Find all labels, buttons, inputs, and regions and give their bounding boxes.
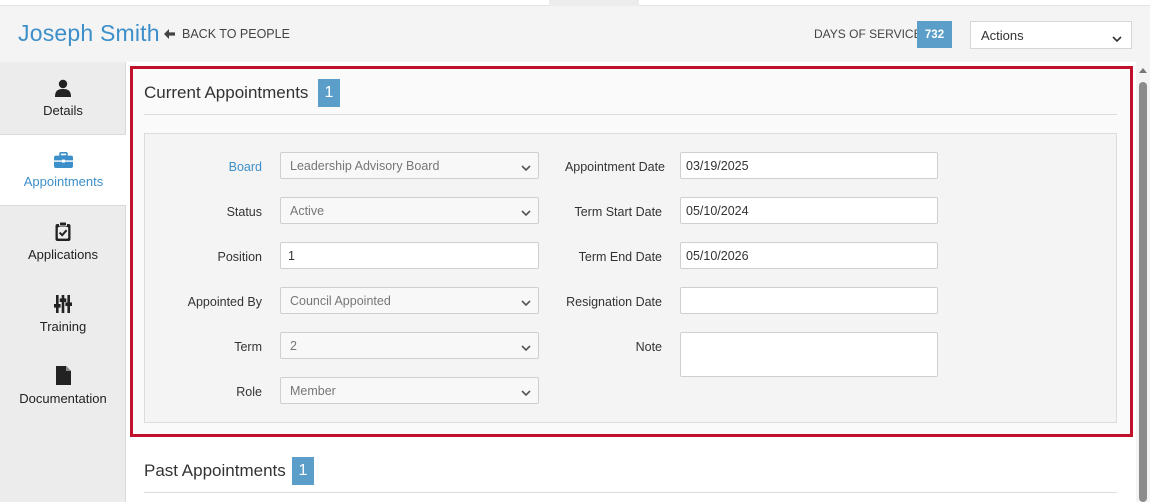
- actions-dropdown[interactable]: Actions: [970, 21, 1132, 49]
- appointed-by-select-value: Council Appointed: [290, 293, 391, 308]
- document-icon: [55, 366, 71, 385]
- sidebar-item-label: Details: [43, 102, 83, 118]
- sidebar-item-applications[interactable]: Applications: [0, 206, 126, 278]
- note-textarea[interactable]: [680, 332, 938, 377]
- sidebar-item-training[interactable]: Training: [0, 278, 126, 350]
- arrow-left-icon: [164, 29, 175, 39]
- status-select-value: Active: [290, 203, 325, 218]
- person-icon: [54, 79, 72, 97]
- chevron-down-icon: [521, 206, 531, 220]
- sidebar-item-documentation[interactable]: Documentation: [0, 350, 126, 422]
- term-select-value: 2: [290, 338, 297, 353]
- chevron-down-icon: [521, 161, 531, 175]
- sliders-icon: [54, 294, 72, 313]
- appointment-date-input[interactable]: 03/19/2025: [680, 152, 938, 179]
- role-select[interactable]: Member: [280, 377, 539, 404]
- days-of-service-badge: 732: [917, 21, 952, 48]
- appointment-date-label: Appointment Date: [564, 160, 665, 174]
- board-label[interactable]: Board: [228, 160, 262, 174]
- term-start-date-input[interactable]: 05/10/2024: [680, 197, 938, 224]
- sidebar-item-label: Training: [39, 318, 87, 334]
- past-appointments-count-badge: 1: [292, 457, 314, 485]
- term-select[interactable]: 2: [280, 332, 539, 359]
- back-to-people-label: BACK TO PEOPLE: [182, 27, 290, 41]
- past-appointments-title: Past Appointments: [144, 461, 286, 480]
- section-divider: [144, 114, 1117, 115]
- position-label: Position: [217, 250, 262, 264]
- sidebar-item-label: Appointments: [23, 173, 104, 189]
- sidebar-item-label: Applications: [27, 247, 99, 262]
- days-of-service-label: DAYS OF SERVICE: [814, 27, 922, 41]
- role-select-value: Member: [290, 383, 336, 398]
- status-select[interactable]: Active: [280, 197, 539, 224]
- sidebar-item-appointments[interactable]: Appointments: [0, 134, 127, 206]
- resignation-date-input[interactable]: [680, 287, 938, 314]
- term-label: Term: [234, 340, 262, 354]
- board-select-value: Leadership Advisory Board: [290, 158, 440, 173]
- status-label: Status: [226, 205, 262, 219]
- appointed-by-select[interactable]: Council Appointed: [280, 287, 539, 314]
- chevron-down-icon: [1112, 31, 1122, 46]
- term-end-date-input[interactable]: 05/10/2026: [680, 242, 938, 269]
- term-end-date-label: Term End Date: [578, 250, 662, 264]
- note-label: Note: [635, 340, 662, 354]
- clipboard-check-icon: [55, 222, 71, 241]
- appointed-by-label: Appointed By: [187, 295, 262, 309]
- term-start-date-label: Term Start Date: [574, 205, 662, 219]
- position-input[interactable]: 1: [280, 242, 539, 269]
- chevron-down-icon: [521, 296, 531, 310]
- sidebar-item-label: Documentation: [19, 391, 107, 406]
- scroll-up-arrow-icon[interactable]: [1139, 68, 1147, 73]
- page-header: Joseph Smith BACK TO PEOPLE DAYS OF SERV…: [0, 6, 1150, 62]
- chevron-down-icon: [521, 386, 531, 400]
- sidebar: Details Appointments Applications Traini…: [0, 62, 127, 502]
- person-name: Joseph Smith: [18, 20, 160, 46]
- current-appointments-count-badge: 1: [318, 79, 340, 107]
- role-label: Role: [236, 385, 262, 399]
- briefcase-icon: [54, 151, 73, 168]
- actions-label: Actions: [981, 27, 1024, 43]
- section-divider: [144, 492, 1117, 493]
- back-to-people-link[interactable]: BACK TO PEOPLE: [164, 27, 290, 41]
- resignation-date-label: Resignation Date: [566, 295, 662, 309]
- current-appointments-title: Current Appointments: [144, 83, 309, 102]
- chevron-down-icon: [521, 341, 531, 355]
- scrollbar-thumb[interactable]: [1139, 82, 1147, 502]
- board-select[interactable]: Leadership Advisory Board: [280, 152, 539, 179]
- sidebar-item-details[interactable]: Details: [0, 62, 126, 134]
